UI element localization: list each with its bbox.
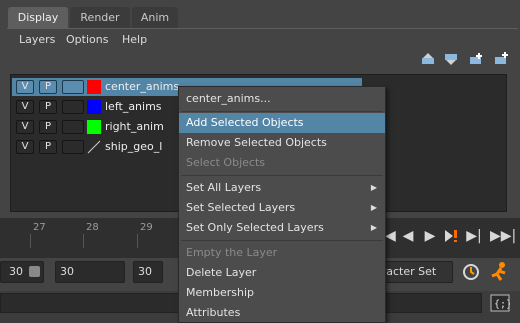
menu-layers[interactable]: Layers <box>19 33 55 46</box>
step-forward-key-icon[interactable] <box>443 228 459 244</box>
display-type-toggle[interactable] <box>62 80 84 94</box>
display-type-toggle[interactable] <box>62 100 84 114</box>
playback-toggle[interactable]: P <box>39 140 57 154</box>
visibility-toggle[interactable]: V <box>16 100 34 114</box>
start-time-value: 30 <box>9 265 23 278</box>
tab-display[interactable]: Display <box>8 7 68 29</box>
submenu-arrow-icon: ▶ <box>370 223 377 232</box>
range-start-field[interactable]: 30 <box>55 261 125 283</box>
range-end-field[interactable]: 30 <box>133 261 163 283</box>
timeline-tick-label: 28 <box>86 222 99 233</box>
tab-anim[interactable]: Anim <box>132 7 178 29</box>
step-forward-frame-icon[interactable]: ▶| <box>466 228 482 244</box>
menu-item-set-only-selected-layers[interactable]: Set Only Selected Layers ▶ <box>179 218 385 238</box>
layer-color-swatch[interactable] <box>87 120 101 134</box>
start-time-field[interactable]: 30 <box>0 261 44 283</box>
timeline-tick-label: 29 <box>140 222 153 233</box>
new-layer-from-selected-icon[interactable] <box>494 51 510 65</box>
layer-name: left_anims <box>105 100 162 113</box>
display-type-toggle[interactable] <box>62 140 84 154</box>
move-layer-down-icon[interactable] <box>444 53 458 65</box>
menu-item-membership[interactable]: Membership <box>179 283 385 303</box>
menu-item-layer-title[interactable]: center_anims... <box>179 89 385 109</box>
layer-name: ship_geo_l <box>105 140 163 153</box>
menu-separator <box>181 111 383 112</box>
timeline-tick <box>137 234 138 248</box>
go-to-end-icon[interactable]: ▶▶| <box>490 228 516 244</box>
menu-item-empty-the-layer: Empty the Layer <box>186 246 278 259</box>
menu-help[interactable]: Help <box>122 33 147 46</box>
layer-name: right_anim <box>105 120 164 133</box>
menu-item-set-all-layers[interactable]: Set All Layers ▶ <box>179 178 385 198</box>
visibility-toggle[interactable]: V <box>16 140 34 154</box>
menu-item-label: Set All Layers <box>186 181 262 194</box>
layer-color-swatch[interactable] <box>87 80 101 94</box>
submenu-arrow-icon: ▶ <box>370 203 377 212</box>
menu-item-set-selected-layers[interactable]: Set Selected Layers ▶ <box>179 198 385 218</box>
runner-icon[interactable] <box>487 261 511 283</box>
play-forward-icon[interactable]: ▶ <box>422 228 438 244</box>
display-type-toggle[interactable] <box>62 120 84 134</box>
menu-item-label: Set Selected Layers <box>186 201 296 214</box>
auto-key-icon[interactable] <box>461 262 481 282</box>
menu-separator <box>181 175 383 176</box>
move-layer-up-icon[interactable] <box>421 53 435 65</box>
menu-item-add-selected-objects[interactable]: Add Selected Objects <box>179 113 385 133</box>
range-handle-icon[interactable] <box>29 266 40 277</box>
timeline-tick <box>83 234 84 248</box>
menu-separator <box>181 240 383 241</box>
layer-context-menu: center_anims... Add Selected Objects Rem… <box>178 86 386 323</box>
new-layer-icon[interactable] <box>469 53 483 65</box>
menu-item-label: Set Only Selected Layers <box>186 221 324 234</box>
menu-item-select-objects: Select Objects <box>186 156 265 169</box>
layer-name: center_anims <box>105 80 180 93</box>
svg-text:{;}: {;} <box>494 299 510 310</box>
playback-toggle[interactable]: P <box>39 80 57 94</box>
script-editor-icon[interactable]: {;} <box>490 294 510 312</box>
menu-item-attributes[interactable]: Attributes <box>179 303 385 323</box>
playback-toggle[interactable]: P <box>39 120 57 134</box>
step-back-frame-icon[interactable]: ◀ <box>400 228 416 244</box>
timeline-tick <box>30 234 31 248</box>
playback-toggle[interactable]: P <box>39 100 57 114</box>
tab-render[interactable]: Render <box>70 7 130 29</box>
menu-item-remove-selected-objects[interactable]: Remove Selected Objects <box>179 133 385 153</box>
visibility-toggle[interactable]: V <box>16 80 34 94</box>
no-color-swatch-icon[interactable] <box>87 140 101 154</box>
visibility-toggle[interactable]: V <box>16 120 34 134</box>
menu-options[interactable]: Options <box>66 33 108 46</box>
submenu-arrow-icon: ▶ <box>370 183 377 192</box>
menu-item-delete-layer[interactable]: Delete Layer <box>179 263 385 283</box>
layer-color-swatch[interactable] <box>87 100 101 114</box>
timeline-tick-label: 27 <box>33 222 46 233</box>
